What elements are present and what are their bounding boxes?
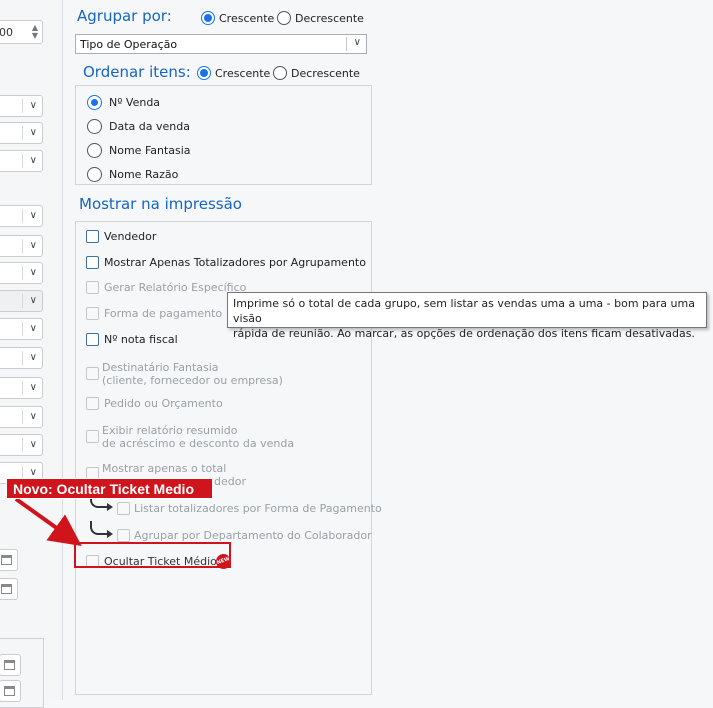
destinatario-checkbox[interactable]	[86, 367, 99, 380]
date-picker-button-3[interactable]	[0, 654, 21, 676]
date-picker-button-2[interactable]	[0, 578, 18, 600]
group-by-desc-radio[interactable]: Decrescente	[277, 11, 364, 25]
left-dropdown-6[interactable]: ∨	[0, 262, 43, 284]
left-dropdown-12[interactable]: ∨	[0, 434, 43, 456]
show-print-title: Mostrar na impressão	[79, 195, 242, 213]
order-option-nome-razao[interactable]: Nome Razão	[87, 167, 178, 183]
radio-empty-icon	[87, 167, 102, 182]
radio-empty-icon	[273, 66, 287, 80]
destinatario-label-line1: Destinatário Fantasia	[102, 361, 219, 374]
number-spinner[interactable]: 00 ▲ ▼	[0, 20, 43, 44]
radio-empty-icon	[87, 143, 102, 158]
date-picker-button-4[interactable]	[0, 680, 21, 702]
left-dropdown-4[interactable]: ∨	[0, 205, 43, 227]
group-by-select-value: Tipo de Operação	[80, 38, 178, 51]
resumo-label: Exibir relatório resumido de acréscimo e …	[102, 424, 294, 450]
order-option-label: Nº Venda	[109, 96, 161, 109]
gerar-relatorio-checkbox[interactable]	[86, 281, 99, 294]
resumo-checkbox[interactable]	[86, 430, 99, 443]
group-by-title: Agrupar por:	[77, 7, 172, 25]
order-items-title: Ordenar itens:	[83, 63, 191, 81]
tooltip: Imprime só o total de cada grupo, sem li…	[227, 292, 707, 340]
radio-selected-icon	[201, 11, 215, 25]
calendar-icon	[4, 660, 15, 670]
calendar-icon	[4, 686, 15, 696]
forma-pagamento-label: Forma de pagamento	[104, 307, 223, 320]
chevron-down-icon: ∨	[29, 267, 37, 278]
left-dropdown-5[interactable]: ∨	[0, 235, 43, 257]
order-option-label: Nome Fantasia	[109, 144, 191, 157]
nota-fiscal-label: Nº nota fiscal	[104, 333, 178, 346]
spinner-arrows-icon[interactable]: ▲ ▼	[32, 24, 38, 40]
order-items-groupbox: Nº Venda Data da venda Nome Fantasia Nom…	[75, 85, 372, 185]
order-option-data-venda[interactable]: Data da venda	[87, 119, 190, 135]
apenas-total-label-line1: Mostrar apenas o total	[102, 462, 227, 475]
destinatario-label-line2: (cliente, fornecedor ou empresa)	[102, 374, 283, 387]
order-option-label: Nome Razão	[109, 168, 179, 181]
agrupar-departamento-label: Agrupar por Departamento do Colaborador	[134, 529, 372, 542]
left-dropdown-8[interactable]: ∨	[0, 318, 43, 340]
order-asc-label: Crescente	[215, 66, 271, 80]
order-option-n-venda[interactable]: Nº Venda	[87, 95, 160, 111]
chevron-down-icon: ∨	[29, 295, 37, 306]
tooltip-line1: Imprime só o total de cada grupo, sem li…	[233, 297, 695, 325]
chevron-down-icon: ∨	[29, 411, 37, 422]
tooltip-line2: rápida de reunião. Ao marcar, as opções …	[233, 327, 695, 340]
chevron-down-icon: ∨	[29, 439, 37, 450]
radio-empty-icon	[87, 119, 102, 134]
nota-fiscal-checkbox[interactable]	[86, 333, 99, 346]
apenas-totalizadores-label: Mostrar Apenas Totalizadores por Agrupam…	[104, 256, 366, 269]
order-desc-label: Decrescente	[291, 66, 360, 80]
order-option-label: Data da venda	[109, 120, 190, 133]
radio-empty-icon	[277, 11, 291, 25]
left-dropdown-3[interactable]: ∨	[0, 150, 43, 172]
left-dropdown-2[interactable]: ∨	[0, 122, 43, 144]
new-feature-highlight	[74, 542, 231, 568]
radio-selected-icon	[197, 66, 211, 80]
group-by-asc-radio[interactable]: Crescente	[201, 11, 274, 25]
listar-totalizadores-checkbox[interactable]	[117, 502, 130, 515]
calendar-icon	[1, 555, 12, 565]
group-by-desc-label: Decrescente	[295, 11, 364, 25]
apenas-totalizadores-checkbox[interactable]	[86, 256, 99, 269]
left-dropdown-1[interactable]: ∨	[0, 95, 43, 117]
order-option-nome-fantasia[interactable]: Nome Fantasia	[87, 143, 191, 159]
order-asc-radio[interactable]: Crescente	[197, 66, 270, 80]
agrupar-departamento-checkbox[interactable]	[117, 529, 130, 542]
group-by-select[interactable]: Tipo de Operação ∨	[75, 34, 367, 54]
radio-selected-icon	[87, 95, 102, 110]
listar-totalizadores-label: Listar totalizadores por Forma de Pagame…	[134, 502, 382, 515]
left-dropdown-11[interactable]: ∨	[0, 406, 43, 428]
chevron-down-icon: ∨	[29, 127, 37, 138]
vendedor-label: Vendedor	[104, 230, 157, 243]
resumo-label-line2: de acréscimo e desconto da venda	[102, 437, 295, 450]
chevron-down-icon: ∨	[29, 210, 37, 221]
forma-pagamento-checkbox[interactable]	[86, 307, 99, 320]
chevron-down-icon: ∨	[29, 467, 37, 478]
pedido-orcamento-checkbox[interactable]	[86, 397, 99, 410]
order-desc-radio[interactable]: Decrescente	[273, 66, 360, 80]
chevron-down-icon: ∨	[29, 240, 37, 251]
sub-option-arrow-icon	[90, 521, 113, 538]
left-dropdown-7[interactable]: ∨	[0, 290, 43, 312]
calendar-icon	[1, 584, 12, 594]
group-by-asc-label: Crescente	[219, 11, 275, 25]
left-dropdown-10[interactable]: ∨	[0, 377, 43, 399]
resumo-label-line1: Exibir relatório resumido	[102, 424, 238, 437]
date-picker-button-1[interactable]	[0, 549, 18, 571]
chevron-down-icon: ∨	[29, 323, 37, 334]
chevron-down-icon: ∨	[29, 100, 37, 111]
pedido-orcamento-label: Pedido ou Orçamento	[104, 397, 223, 410]
destinatario-label: Destinatário Fantasia (cliente, fornecedo…	[102, 361, 283, 387]
new-feature-callout: Novo: Ocultar Ticket Medio	[6, 478, 213, 499]
chevron-down-icon: ∨	[353, 37, 361, 48]
chevron-down-icon: ∨	[29, 155, 37, 166]
gerar-relatorio-label: Gerar Relatório Específico	[104, 281, 247, 294]
number-spinner-value: 00	[0, 26, 13, 39]
chevron-down-icon: ∨	[29, 352, 37, 363]
left-dropdown-9[interactable]: ∨	[0, 347, 43, 369]
chevron-down-icon: ∨	[29, 382, 37, 393]
vendedor-checkbox[interactable]	[86, 230, 99, 243]
